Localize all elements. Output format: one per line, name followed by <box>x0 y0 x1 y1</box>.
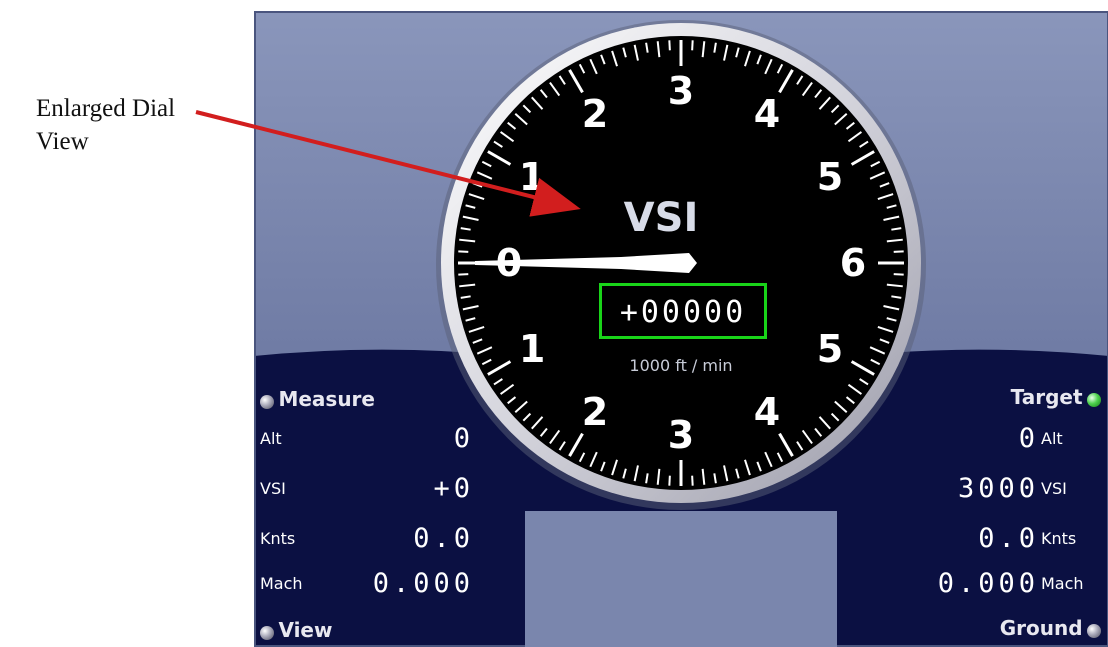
annotation-arrow <box>195 110 581 217</box>
arrow-line <box>195 110 581 217</box>
